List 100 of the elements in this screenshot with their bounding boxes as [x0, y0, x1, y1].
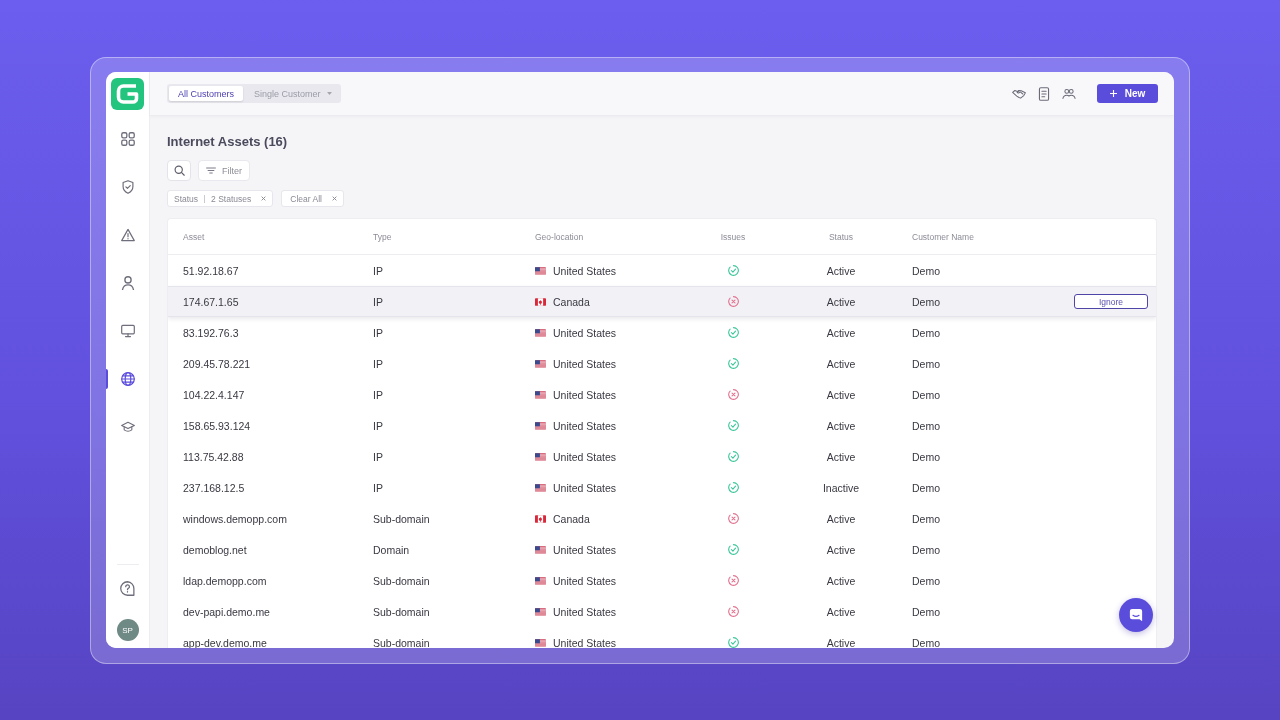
filter-icon: [206, 167, 216, 174]
column-header: Geo-location: [535, 231, 584, 242]
table-cell: Demo: [912, 295, 940, 308]
table-cell: Active: [826, 605, 856, 618]
table-cell: dev-papi.demo.me: [183, 605, 270, 618]
search-button[interactable]: [167, 160, 191, 181]
flag-icon: [535, 576, 546, 585]
people-icon[interactable]: [1062, 86, 1076, 101]
table-cell: Demo: [912, 636, 940, 648]
flag-icon: [535, 483, 546, 492]
column-header: Asset: [183, 231, 205, 242]
table-cell: Active: [826, 574, 856, 587]
help-icon[interactable]: [120, 580, 135, 596]
flag-icon: [535, 545, 546, 554]
flag-icon: [535, 421, 546, 430]
table-cell: Demo: [912, 481, 940, 494]
table-cell: IP: [373, 326, 383, 339]
warning-icon: [120, 228, 135, 242]
table-cell: IP: [373, 450, 383, 463]
chip-label: Status: [174, 193, 199, 204]
table-cell: United States: [553, 481, 617, 494]
flag-icon: [535, 266, 546, 275]
chat-icon: [1129, 608, 1143, 622]
close-icon[interactable]: [261, 196, 267, 201]
table-cell: Demo: [912, 388, 940, 401]
table-cell: Demo: [912, 326, 940, 339]
table-cell: Demo: [912, 512, 940, 525]
table-cell: 237.168.12.5: [183, 481, 245, 494]
avatar[interactable]: SP: [116, 619, 139, 641]
table-cell: 158.65.93.124: [183, 419, 251, 432]
table-cell: Domain: [373, 543, 410, 556]
clear-all-button[interactable]: Clear All: [281, 190, 344, 207]
scope-tab[interactable]: All Customers: [169, 86, 243, 101]
table-cell: Active: [826, 326, 856, 339]
column-header: Type: [373, 231, 392, 242]
grid-icon: [120, 132, 135, 146]
table-cell: 209.45.78.221: [183, 357, 251, 370]
table-cell: United States: [553, 357, 617, 370]
table-cell: United States: [553, 605, 617, 618]
flag-icon: [535, 359, 546, 368]
table-cell: Sub-domain: [373, 574, 430, 587]
flag-icon: [535, 297, 546, 306]
document-icon[interactable]: [1037, 86, 1051, 101]
person-icon: [120, 276, 135, 290]
graduation-cap-icon: [120, 420, 135, 434]
table-cell: Inactive: [822, 481, 860, 494]
table-cell: United States: [553, 543, 617, 556]
table-cell: Active: [826, 450, 856, 463]
table-cell: 113.75.42.88: [183, 450, 244, 463]
table-cell: Demo: [912, 605, 940, 618]
table-cell: Demo: [912, 264, 940, 277]
table-cell: United States: [553, 264, 617, 277]
table-cell: demoblog.net: [183, 543, 247, 556]
table-cell: Canada: [553, 512, 590, 525]
flag-icon: [535, 607, 546, 616]
table-cell: Sub-domain: [373, 605, 430, 618]
close-icon: [331, 196, 337, 201]
table-cell: United States: [553, 574, 617, 587]
table-cell: United States: [553, 636, 617, 648]
table-cell: Active: [826, 357, 856, 370]
table-cell: IP: [373, 388, 383, 401]
table-cell: Demo: [912, 574, 940, 587]
table-cell: Demo: [912, 543, 940, 556]
column-header: Customer Name: [912, 231, 974, 242]
table-cell: 51.92.18.67: [183, 264, 239, 277]
table-cell: Active: [826, 419, 856, 432]
table-cell: IP: [373, 419, 383, 432]
flag-icon: [535, 328, 546, 337]
table-row[interactable]: 174.67.1.65 IP Canada Active Demo Ignore: [168, 286, 1156, 317]
table-cell: United States: [553, 419, 617, 432]
column-header: Issues: [720, 231, 746, 242]
table-cell: Active: [826, 264, 856, 277]
table-cell: United States: [553, 326, 617, 339]
new-button[interactable]: New: [1097, 84, 1158, 103]
flag-icon: [535, 390, 546, 399]
table-cell: United States: [553, 388, 617, 401]
table-cell: IP: [373, 357, 383, 370]
table-cell: app-dev.demo.me: [183, 636, 267, 648]
table-cell: 174.67.1.65: [183, 295, 239, 308]
table-cell: Active: [826, 636, 856, 648]
search-icon: [173, 165, 185, 176]
table-cell: United States: [553, 450, 617, 463]
table-cell: IP: [373, 295, 383, 308]
shield-check-icon: [120, 180, 135, 194]
logo-icon[interactable]: [111, 77, 144, 110]
table-cell: Active: [826, 512, 856, 525]
filter-button[interactable]: Filter: [198, 160, 250, 181]
chip-value: 2 Statuses: [211, 193, 252, 204]
plus-icon: [1109, 90, 1117, 97]
ignore-button[interactable]: Ignore: [1074, 294, 1148, 309]
column-header: Status: [828, 231, 854, 242]
flag-icon: [535, 514, 546, 523]
table-cell: Demo: [912, 419, 940, 432]
table-cell: Active: [826, 543, 856, 556]
table-cell: Demo: [912, 450, 940, 463]
table-cell: IP: [373, 264, 383, 277]
monitor-icon: [120, 324, 135, 338]
table-cell: 83.192.76.3: [183, 326, 239, 339]
table-cell: 104.22.4.147: [183, 388, 245, 401]
table-cell: Sub-domain: [373, 512, 430, 525]
